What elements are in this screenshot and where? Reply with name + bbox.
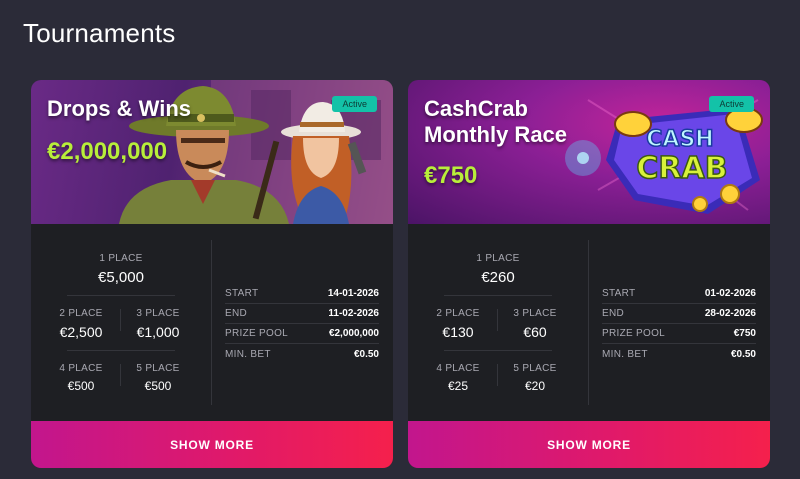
info-value: 11-02-2026 xyxy=(328,308,379,319)
info-row-prize-pool: PRIZE POOL €2,000,000 xyxy=(225,324,379,344)
place-label: 5 PLACE xyxy=(513,363,557,374)
info-key: START xyxy=(602,288,636,299)
place-3: 3 PLACE €60 xyxy=(505,308,565,340)
info-row-end: END 11-02-2026 xyxy=(225,304,379,324)
place-value: €500 xyxy=(144,379,172,393)
info-row-prize-pool: PRIZE POOL €750 xyxy=(602,324,756,344)
tournament-banner[interactable]: CASH CRAB CashCrab Monthly Race €750 Act… xyxy=(408,80,770,224)
info-value: €2,000,000 xyxy=(328,328,379,339)
divider xyxy=(120,309,121,331)
place-2: 2 PLACE €130 xyxy=(428,308,488,340)
info-row-start: START 14-01-2026 xyxy=(225,284,379,304)
tournament-banner[interactable]: Drops & Wins €2,000,000 Active xyxy=(31,80,393,224)
place-label: 1 PLACE xyxy=(99,253,143,264)
tournament-title: CashCrab Monthly Race xyxy=(424,96,568,147)
place-4: 4 PLACE €500 xyxy=(51,363,111,393)
tournament-details: 1 PLACE €260 2 PLACE €130 3 PLACE €60 4 … xyxy=(408,224,770,421)
logo-text-crab: CRAB xyxy=(636,151,727,186)
info-row-min-bet: MIN. BET €0.50 xyxy=(602,344,756,364)
prize-places: 1 PLACE €260 2 PLACE €130 3 PLACE €60 4 … xyxy=(408,224,588,421)
place-value: €1,000 xyxy=(136,324,180,340)
tournament-title: Drops & Wins xyxy=(47,96,192,121)
info-row-start: START 01-02-2026 xyxy=(602,284,756,304)
info-value: 28-02-2026 xyxy=(704,308,756,319)
place-2: 2 PLACE €2,500 xyxy=(51,308,111,340)
info-row-min-bet: MIN. BET €0.50 xyxy=(225,344,379,364)
place-label: 4 PLACE xyxy=(59,363,103,374)
tournament-card-drops-and-wins[interactable]: Drops & Wins €2,000,000 Active 1 PLACE €… xyxy=(31,80,393,468)
place-5: 5 PLACE €20 xyxy=(505,363,565,393)
place-3: 3 PLACE €1,000 xyxy=(128,308,188,340)
info-value: €0.50 xyxy=(730,348,756,360)
divider xyxy=(67,350,175,351)
place-label: 2 PLACE xyxy=(436,308,480,319)
prize-places: 1 PLACE €5,000 2 PLACE €2,500 3 PLACE €1… xyxy=(31,224,211,421)
place-value: €25 xyxy=(447,379,469,393)
tournament-prize: €750 xyxy=(424,162,478,189)
logo-text-cash: CASH xyxy=(646,127,713,152)
divider xyxy=(588,240,589,405)
info-key: START xyxy=(225,288,259,299)
place-5: 5 PLACE €500 xyxy=(128,363,188,393)
divider xyxy=(497,364,498,386)
tournament-card-cashcrab-monthly-race[interactable]: CASH CRAB CashCrab Monthly Race €750 Act… xyxy=(408,80,770,468)
info-key: END xyxy=(602,308,625,319)
tournament-info: START 01-02-2026 END 28-02-2026 PRIZE PO… xyxy=(602,284,756,364)
place-label: 4 PLACE xyxy=(436,363,480,374)
info-key: END xyxy=(225,308,248,319)
info-key: PRIZE POOL xyxy=(225,328,289,339)
tournament-prize: €2,000,000 xyxy=(47,138,168,165)
place-label: 1 PLACE xyxy=(476,253,520,264)
divider xyxy=(444,350,552,351)
status-badge: Active xyxy=(709,96,754,112)
tournament-details: 1 PLACE €5,000 2 PLACE €2,500 3 PLACE €1… xyxy=(31,224,393,421)
place-value: €5,000 xyxy=(98,269,144,286)
tournament-info: START 14-01-2026 END 11-02-2026 PRIZE PO… xyxy=(225,284,379,364)
info-key: MIN. BET xyxy=(602,348,648,360)
place-value: €20 xyxy=(524,379,546,393)
place-1: 1 PLACE €260 xyxy=(448,253,548,286)
place-value: €500 xyxy=(67,379,95,393)
show-more-button[interactable]: SHOW MORE xyxy=(31,421,393,468)
divider xyxy=(497,309,498,331)
place-value: €130 xyxy=(442,324,474,340)
status-badge: Active xyxy=(332,96,377,112)
divider xyxy=(120,364,121,386)
place-1: 1 PLACE €5,000 xyxy=(71,253,171,286)
divider xyxy=(444,295,552,296)
info-key: PRIZE POOL xyxy=(602,328,666,339)
place-value: €60 xyxy=(523,324,547,340)
place-4: 4 PLACE €25 xyxy=(428,363,488,393)
info-row-end: END 28-02-2026 xyxy=(602,304,756,324)
place-label: 3 PLACE xyxy=(136,308,180,319)
info-value: €750 xyxy=(733,328,756,339)
place-label: 2 PLACE xyxy=(59,308,103,319)
info-value: 14-01-2026 xyxy=(327,288,379,299)
info-value: 01-02-2026 xyxy=(704,288,756,299)
place-value: €260 xyxy=(481,269,515,286)
section-title: Tournaments xyxy=(23,18,176,48)
show-more-button[interactable]: SHOW MORE xyxy=(408,421,770,468)
divider xyxy=(211,240,212,405)
place-label: 5 PLACE xyxy=(136,363,180,374)
place-label: 3 PLACE xyxy=(513,308,557,319)
info-key: MIN. BET xyxy=(225,348,271,360)
info-value: €0.50 xyxy=(353,348,379,360)
divider xyxy=(67,295,175,296)
place-value: €2,500 xyxy=(59,324,103,340)
